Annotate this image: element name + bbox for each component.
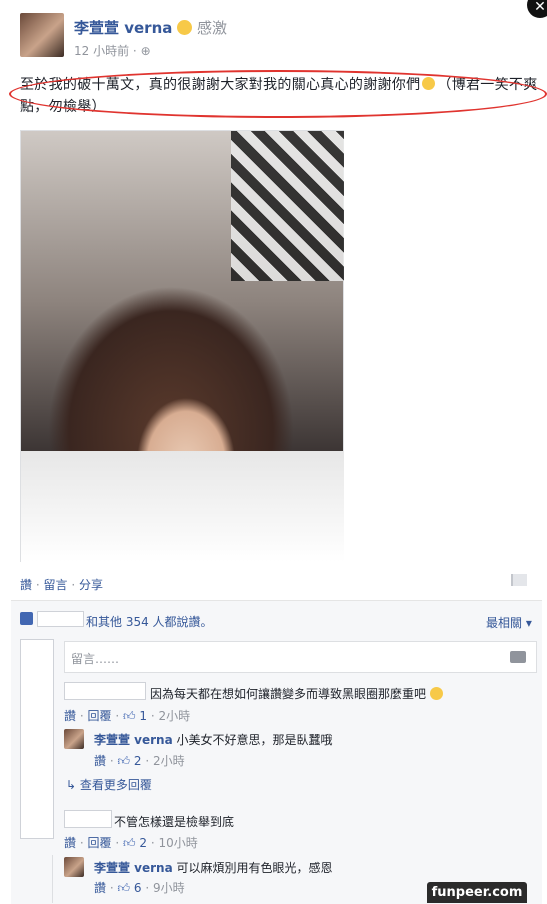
smirk-emoji-icon	[429, 687, 443, 700]
like-icon: 👍︎	[122, 836, 136, 850]
wallpaper-pattern	[231, 131, 344, 281]
likes-summary[interactable]: 和其他 354 人都說讚。	[86, 613, 213, 630]
camera-icon[interactable]	[510, 651, 526, 663]
comment-like-button[interactable]: 讚	[64, 836, 76, 850]
feeling-label: 感激	[196, 19, 227, 37]
comment-text: 不管怎樣還是檢舉到底	[114, 815, 235, 829]
comment-like-count[interactable]: 2	[139, 836, 147, 850]
commenter-name-redacted	[64, 810, 112, 828]
reply-actions: 讚 · 👍︎ 2 · 2小時	[94, 754, 185, 768]
comment-placeholder: 留言……	[71, 652, 120, 666]
comment-reply-button[interactable]: 回覆	[87, 709, 111, 723]
comment-actions: 讚 · 回覆 · 👍︎ 1 · 2小時	[64, 709, 191, 723]
reply-author[interactable]: 李萱萱 verna	[94, 733, 173, 747]
reply-thread-line	[52, 855, 53, 903]
comment-input[interactable]: 留言……	[64, 641, 537, 673]
comment-reply-button[interactable]: 回覆	[87, 836, 111, 850]
reply-avatar[interactable]	[64, 729, 84, 749]
reply-text: 李萱萱 verna 可以麻煩別用有色眼光，感恩	[94, 859, 333, 876]
like-icon: 👍︎	[117, 881, 131, 895]
comment-text: 因為每天都在想如何讓讚變多而導致黑眼圈那麼重吧	[150, 685, 443, 702]
reply-actions: 讚 · 👍︎ 6 · 9小時	[94, 881, 185, 895]
share-button[interactable]: 分享	[79, 578, 103, 592]
like-icon: 👍︎	[122, 709, 136, 723]
flag-icon[interactable]	[511, 574, 527, 586]
commenter-name-redacted	[64, 682, 146, 700]
comment-text-body: 因為每天都在想如何讓讚變多而導致黑眼圈那麼重吧	[150, 687, 427, 701]
post-actions: 讚 · 留言 · 分享	[20, 578, 103, 592]
reply-like-count[interactable]: 2	[134, 754, 142, 768]
reply-avatar[interactable]	[64, 857, 84, 877]
reply-time[interactable]: 2小時	[153, 754, 185, 768]
author-avatar[interactable]	[20, 13, 64, 57]
comment-button[interactable]: 留言	[43, 578, 67, 592]
like-button[interactable]: 讚	[20, 578, 32, 592]
comment-like-button[interactable]: 讚	[64, 709, 76, 723]
liker-name-redacted	[37, 611, 84, 627]
sort-label: 最相關	[486, 616, 523, 630]
commenter-avatar-redacted	[20, 639, 54, 839]
post-header: 李萱萱 verna 感激	[74, 17, 227, 38]
post-photo[interactable]	[20, 130, 344, 562]
reply-like-button[interactable]: 讚	[94, 754, 106, 768]
reply-like-button[interactable]: 讚	[94, 881, 106, 895]
globe-icon: ⊕	[140, 44, 151, 58]
close-button[interactable]: ✕	[527, 0, 547, 18]
reply-arrow-icon: ↳	[66, 778, 77, 792]
reply-like-count[interactable]: 6	[134, 881, 142, 895]
smiley-icon	[177, 20, 193, 35]
reply-author[interactable]: 李萱萱 verna	[94, 861, 173, 875]
watermark: funpeer.com	[427, 882, 527, 903]
author-name[interactable]: 李萱萱 verna	[74, 19, 172, 37]
comment-time[interactable]: 2小時	[158, 709, 190, 723]
post-time[interactable]: 12 小時前	[74, 44, 129, 58]
more-replies-label: 查看更多回覆	[79, 778, 152, 792]
annotation-ellipse	[9, 70, 547, 118]
sort-dropdown[interactable]: 最相關 ▾	[486, 614, 532, 631]
close-icon: ✕	[534, 0, 546, 15]
more-replies-link[interactable]: ↳ 查看更多回覆	[66, 776, 152, 793]
reply-body: 小美女不好意思，那是臥蠶哦	[176, 733, 333, 747]
comment-actions: 讚 · 回覆 · 👍︎ 2 · 10小時	[64, 836, 198, 850]
reply-body: 可以麻煩別用有色眼光，感恩	[176, 861, 333, 875]
post-meta: 12 小時前 · ⊕	[74, 44, 151, 58]
reply-time[interactable]: 9小時	[153, 881, 185, 895]
comment-like-count[interactable]: 1	[139, 709, 147, 723]
like-icon: 👍︎	[117, 754, 131, 768]
pillow	[21, 451, 344, 562]
comment-time[interactable]: 10小時	[158, 836, 197, 850]
like-icon	[20, 612, 33, 625]
reply-text: 李萱萱 verna 小美女不好意思，那是臥蠶哦	[94, 731, 333, 748]
dropdown-icon: ▾	[525, 616, 532, 630]
